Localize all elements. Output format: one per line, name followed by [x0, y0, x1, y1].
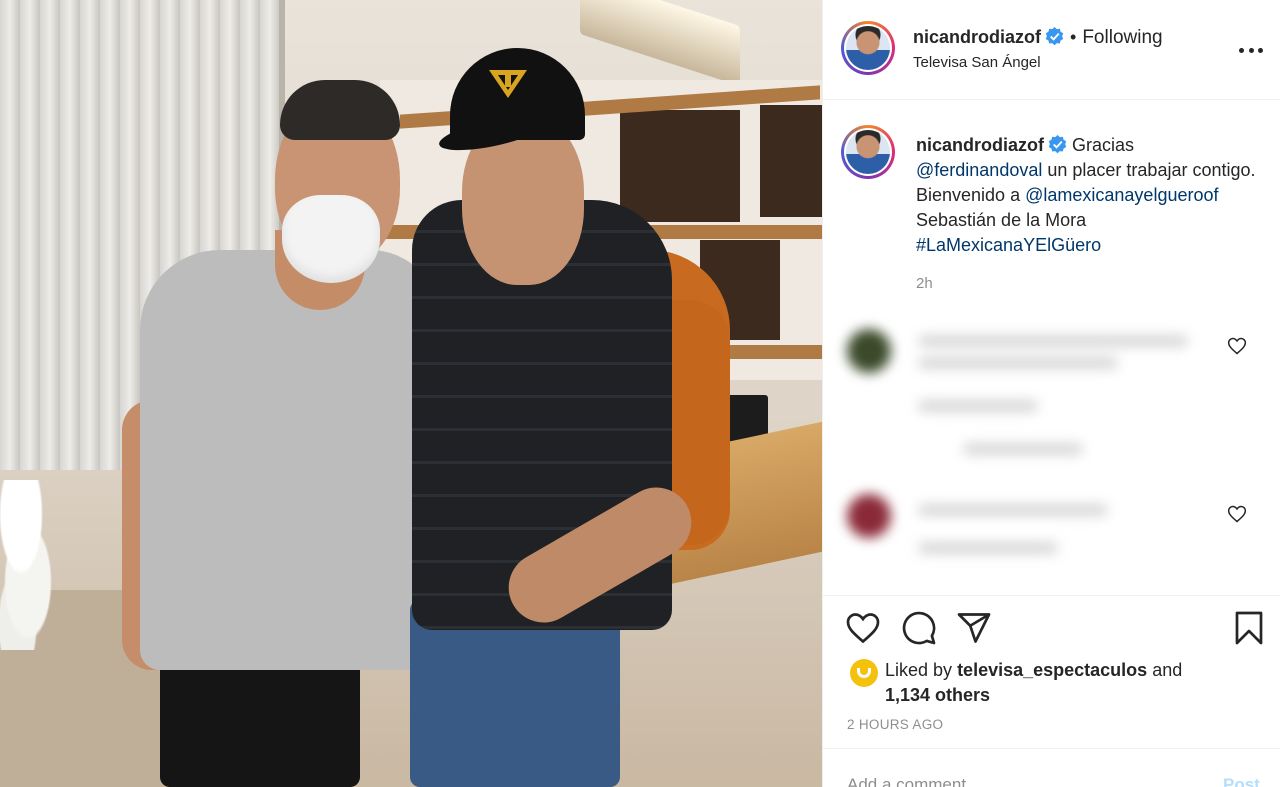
likes-summary: Liked by televisa_espectaculos and 1,134…	[885, 658, 1265, 708]
comment-like-heart-icon[interactable]	[1227, 336, 1247, 356]
comment-icon[interactable]	[901, 610, 937, 646]
avatar[interactable]	[841, 21, 895, 75]
post-location[interactable]: Televisa San Ángel	[913, 54, 1041, 71]
blurred-comment	[843, 325, 1263, 455]
heart-icon[interactable]	[845, 610, 881, 646]
post-author: nicandrodiazof • Following	[913, 27, 1163, 49]
white-orchid	[0, 480, 70, 650]
post-photo[interactable]	[0, 0, 822, 787]
paper-plane-icon[interactable]	[956, 610, 992, 646]
more-options-icon[interactable]	[1239, 38, 1263, 62]
comment-input[interactable]	[847, 775, 1187, 787]
profile-picture	[846, 130, 890, 174]
mention-link[interactable]: @lamexicanayelgueroof	[1025, 185, 1218, 205]
profile-picture	[846, 26, 890, 70]
caption-time[interactable]: 2h	[916, 275, 933, 292]
liker-username[interactable]: televisa_espectaculos	[957, 660, 1147, 680]
mention-link[interactable]: @ferdinandoval	[916, 160, 1042, 180]
hashtag-link[interactable]: #LaMexicanaYElGüero	[916, 235, 1101, 255]
shelf-cubby	[760, 105, 822, 217]
person-left-tshirt	[140, 250, 440, 670]
post-caption: nicandrodiazof Gracias @ferdinandoval un…	[916, 133, 1256, 258]
face-mask	[282, 195, 380, 283]
blurred-comment	[843, 490, 1263, 595]
caption-avatar[interactable]	[841, 125, 895, 179]
post-actions: Liked by televisa_espectaculos and 1,134…	[823, 595, 1280, 787]
likes-count-link[interactable]: 1,134 others	[885, 685, 990, 705]
add-comment-bar: Post	[823, 748, 1280, 787]
verified-badge-icon	[1048, 135, 1067, 154]
ceiling-lamp	[580, 0, 740, 86]
caption-text: Gracias	[1072, 135, 1135, 155]
bookmark-icon[interactable]	[1231, 610, 1267, 646]
post-header: nicandrodiazof • Following Televisa San Án…	[823, 0, 1280, 100]
post-timestamp[interactable]: 2 HOURS AGO	[847, 717, 943, 732]
separator-dot: •	[1070, 27, 1077, 47]
author-username[interactable]: nicandrodiazof	[913, 27, 1041, 47]
comments-section: nicandrodiazof Gracias @ferdinandoval un…	[823, 100, 1280, 595]
comment-like-heart-icon[interactable]	[1227, 504, 1247, 524]
likes-prefix: Liked by	[885, 660, 953, 680]
cap-logo-icon	[489, 70, 527, 98]
caption-text: Sebastián de la Mora	[916, 210, 1087, 230]
caption-username[interactable]: nicandrodiazof	[916, 135, 1044, 155]
person-left-hair	[280, 80, 400, 140]
shelf-cubby	[620, 110, 740, 222]
verified-badge-icon	[1045, 27, 1064, 46]
following-button[interactable]: Following	[1082, 27, 1162, 48]
likes-conjunction: and	[1152, 660, 1183, 680]
liker-avatar[interactable]	[850, 659, 878, 687]
post-sidebar: nicandrodiazof • Following Televisa San Án…	[822, 0, 1280, 787]
post-comment-button[interactable]: Post	[1223, 775, 1260, 787]
